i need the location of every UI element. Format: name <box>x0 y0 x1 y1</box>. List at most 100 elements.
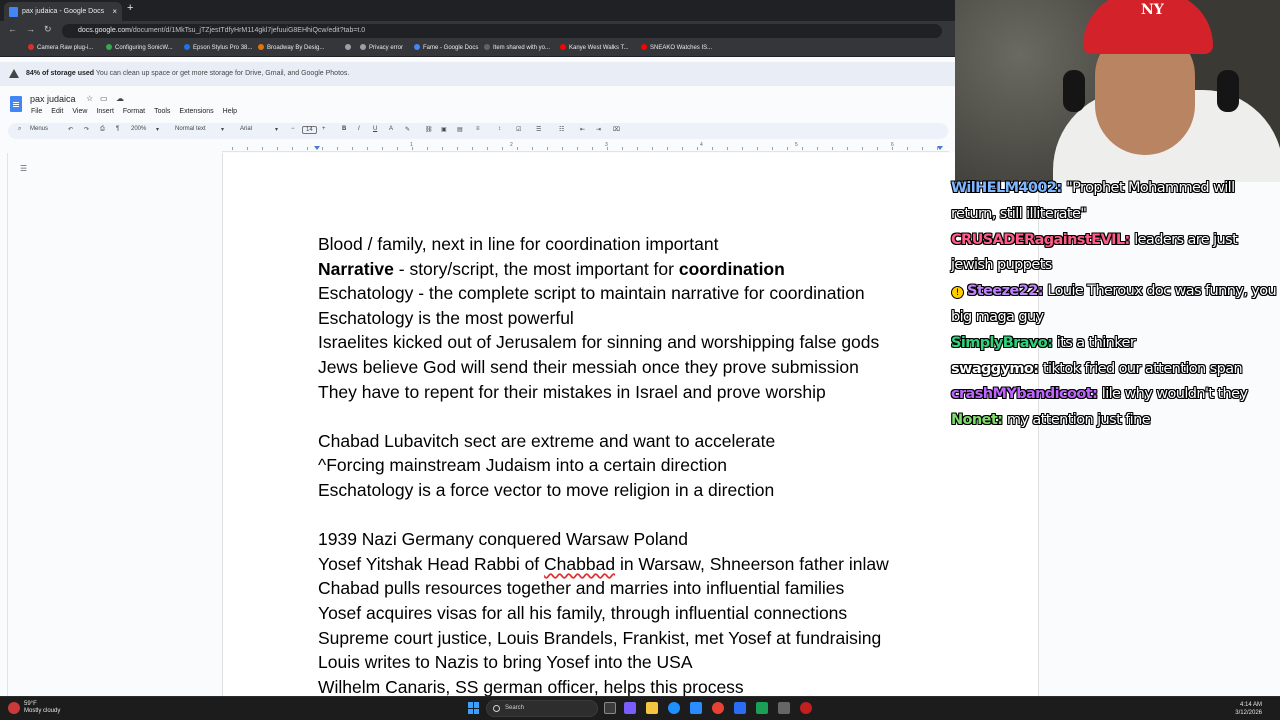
bookmark-item[interactable]: Item shared with yo... <box>484 44 550 51</box>
menu-item-insert[interactable]: Insert <box>96 108 114 115</box>
menu-item-view[interactable]: View <box>72 108 87 115</box>
task-view-icon[interactable] <box>604 702 616 714</box>
google-docs-logo-icon[interactable] <box>10 96 22 112</box>
link-icon[interactable]: ⛓ <box>425 126 433 133</box>
back-arrow-icon[interactable]: ← <box>8 24 17 34</box>
ruler-tick <box>787 147 788 150</box>
misspelled-word[interactable]: Chabbad <box>544 554 615 574</box>
menu-item-format[interactable]: Format <box>123 108 145 115</box>
bookmark-item[interactable]: Fame - Google Docs <box>414 44 478 51</box>
paint-format-icon[interactable]: ¶ <box>116 126 119 132</box>
document-line[interactable]: ^Forcing mainstream Judaism into a certa… <box>318 453 958 478</box>
app-icon[interactable] <box>734 702 746 714</box>
document-line[interactable]: Yosef Yitshak Head Rabbi of Chabbad in W… <box>318 552 958 577</box>
document-line[interactable]: Narrative - story/script, the most impor… <box>318 257 958 282</box>
left-indent-marker[interactable] <box>314 146 320 150</box>
chrome-icon[interactable] <box>712 702 724 714</box>
document-line[interactable]: Blood / family, next in line for coordin… <box>318 232 958 257</box>
file-explorer-icon[interactable] <box>646 702 658 714</box>
weather-widget[interactable]: 59°F Mostly cloudy <box>8 701 60 715</box>
forward-arrow-icon[interactable]: → <box>26 24 35 34</box>
menu-item-extensions[interactable]: Extensions <box>179 108 213 115</box>
comment-icon[interactable]: ▣ <box>441 126 447 133</box>
document-body[interactable]: Blood / family, next in line for coordin… <box>318 232 958 699</box>
redo-icon[interactable]: ↷ <box>84 126 89 133</box>
highlight-icon[interactable]: ✎ <box>405 126 410 133</box>
print-icon[interactable]: ⎙ <box>100 126 105 133</box>
document-line[interactable]: Eschatology is the most powerful <box>318 306 958 331</box>
document-line[interactable]: 1939 Nazi Germany conquered Warsaw Polan… <box>318 527 958 552</box>
align-icon[interactable]: ≡ <box>476 126 480 132</box>
document-line[interactable]: Eschatology is a force vector to move re… <box>318 478 958 503</box>
bookmark-item[interactable]: Privacy error <box>360 44 403 51</box>
decrease-font-size-icon[interactable]: − <box>291 126 295 132</box>
bookmark-item[interactable]: Camera Raw plug-i... <box>28 44 93 51</box>
font-select[interactable]: Arial <box>240 126 252 132</box>
document-line[interactable]: Chabad pulls resources together and marr… <box>318 576 958 601</box>
document-line[interactable]: Louis writes to Nazis to bring Yosef int… <box>318 650 958 675</box>
search-menus-label[interactable]: Menus <box>30 126 48 132</box>
close-tab-icon[interactable]: × <box>112 2 117 21</box>
document-line[interactable]: Israelites kicked out of Jerusalem for s… <box>318 330 958 355</box>
menu-item-file[interactable]: File <box>31 108 42 115</box>
menu-item-edit[interactable]: Edit <box>51 108 63 115</box>
underline-icon[interactable]: U <box>373 126 377 132</box>
text-color-icon[interactable]: A <box>389 126 393 132</box>
bookmark-item[interactable]: Broadway By Desig... <box>258 44 324 51</box>
increase-font-size-icon[interactable]: + <box>322 126 326 132</box>
document-line[interactable]: Yosef acquires visas for all his family,… <box>318 601 958 626</box>
copilot-icon[interactable] <box>624 702 636 714</box>
new-tab-button[interactable]: + <box>127 2 133 14</box>
menu-item-help[interactable]: Help <box>223 108 237 115</box>
paragraph-style-select[interactable]: Normal text <box>175 126 206 132</box>
windows-start-icon[interactable] <box>468 702 480 714</box>
cloud-status-icon[interactable]: ☁ <box>116 94 124 103</box>
document-line[interactable]: Supreme court justice, Louis Brandels, F… <box>318 626 958 651</box>
app-icon[interactable] <box>778 702 790 714</box>
checklist-icon[interactable]: ☑ <box>516 126 521 133</box>
document-title[interactable]: pax judaica <box>30 94 76 104</box>
app-icon[interactable] <box>800 702 812 714</box>
numbered-list-icon[interactable]: ☷ <box>559 126 564 133</box>
bookmark-item[interactable]: SNEAKO Watches IS... <box>641 44 712 51</box>
taskbar-search-input[interactable]: Search <box>486 700 598 717</box>
font-size-input[interactable]: 14 <box>302 126 317 134</box>
document-line[interactable]: They have to repent for their mistakes i… <box>318 380 958 405</box>
line-spacing-icon[interactable]: ↕ <box>498 126 501 132</box>
bookmark-item[interactable]: Kanye West Walks T... <box>560 44 629 51</box>
browser-tab[interactable]: pax judaica - Google Docs × <box>4 2 122 21</box>
horizontal-ruler[interactable]: 1 2 3 4 5 6 <box>222 142 949 152</box>
menu-item-tools[interactable]: Tools <box>154 108 170 115</box>
bookmark-item[interactable] <box>345 44 354 51</box>
bulleted-list-icon[interactable]: ☰ <box>536 126 541 133</box>
search-menus-icon[interactable]: ⌕ <box>18 126 21 133</box>
document-line[interactable]: Jews believe God will send their messiah… <box>318 355 958 380</box>
italic-icon[interactable]: I <box>358 126 360 132</box>
chevron-down-icon[interactable]: ▾ <box>156 126 159 133</box>
chevron-down-icon[interactable]: ▾ <box>221 126 224 133</box>
star-icon[interactable]: ☆ <box>86 94 93 103</box>
undo-icon[interactable]: ↶ <box>68 126 73 133</box>
system-clock[interactable]: 4:14 AM 3/12/2026 <box>1235 701 1262 717</box>
decrease-indent-icon[interactable]: ⇤ <box>580 126 585 133</box>
bold-icon[interactable]: B <box>342 126 346 132</box>
right-indent-marker[interactable] <box>937 146 943 150</box>
document-line[interactable] <box>318 404 958 429</box>
increase-indent-icon[interactable]: ⇥ <box>596 126 601 133</box>
app-icon[interactable] <box>756 702 768 714</box>
edge-icon[interactable] <box>668 702 680 714</box>
clear-formatting-icon[interactable]: ⌧ <box>613 126 620 133</box>
bookmark-item[interactable]: Epson Stylus Pro 38... <box>184 44 252 51</box>
zoom-select[interactable]: 200% <box>131 126 146 132</box>
chevron-down-icon[interactable]: ▾ <box>275 126 278 133</box>
document-line[interactable]: Chabad Lubavitch sect are extreme and wa… <box>318 429 958 454</box>
store-icon[interactable] <box>690 702 702 714</box>
url-field[interactable]: docs.google.com/document/d/1MkTsu_jTZjes… <box>62 24 942 38</box>
document-line[interactable]: Eschatology - the complete script to mai… <box>318 281 958 306</box>
image-icon[interactable]: ▤ <box>457 126 463 133</box>
reload-icon[interactable]: ↻ <box>44 24 52 35</box>
document-line[interactable] <box>318 503 958 528</box>
document-outline-icon[interactable]: ☰ <box>20 164 27 173</box>
move-folder-icon[interactable]: ▭ <box>100 94 108 103</box>
bookmark-item[interactable]: Configuring SonicW... <box>106 44 173 51</box>
